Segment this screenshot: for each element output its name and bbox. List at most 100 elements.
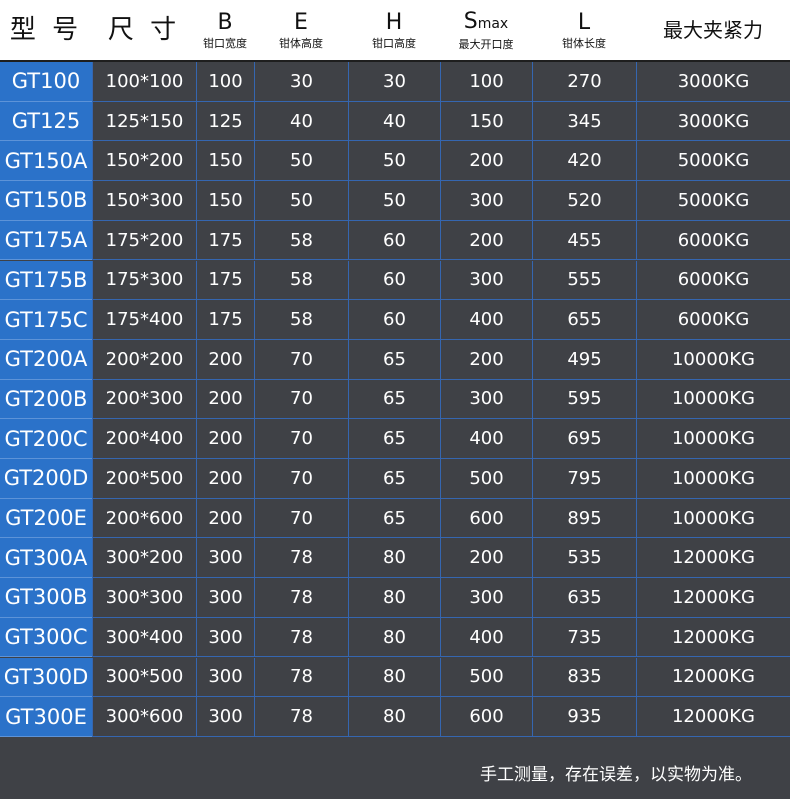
smax-cell: 200 bbox=[440, 538, 532, 579]
b-cell: 200 bbox=[196, 379, 254, 420]
e-cell: 58 bbox=[254, 220, 348, 261]
smax-cell: 150 bbox=[440, 101, 532, 142]
size-cell: 300*400 bbox=[92, 617, 196, 658]
header-h-label: H bbox=[385, 9, 403, 35]
b-cell: 300 bbox=[196, 657, 254, 698]
table-row: GT200D 200*500 200 70 65 500 795 10000KG bbox=[0, 459, 790, 499]
l-cell: 835 bbox=[532, 657, 636, 698]
model-cell: GT300D bbox=[0, 657, 92, 698]
l-cell: 345 bbox=[532, 101, 636, 142]
force-cell: 3000KG bbox=[636, 101, 790, 142]
model-cell: GT175B bbox=[0, 260, 92, 301]
b-cell: 300 bbox=[196, 578, 254, 618]
smax-cell: 100 bbox=[440, 62, 532, 102]
h-cell: 80 bbox=[348, 578, 440, 618]
e-cell: 70 bbox=[254, 459, 348, 499]
header-s-main: S bbox=[463, 8, 478, 34]
header-e: E 钳体高度 bbox=[254, 0, 348, 60]
table-row: GT175B 175*300 175 58 60 300 555 6000KG bbox=[0, 260, 790, 301]
model-cell: GT300C bbox=[0, 617, 92, 658]
smax-cell: 300 bbox=[440, 379, 532, 420]
b-cell: 150 bbox=[196, 141, 254, 182]
header-s-sub: 最大开口度 bbox=[458, 37, 514, 51]
model-cell: GT300A bbox=[0, 538, 92, 579]
l-cell: 535 bbox=[532, 538, 636, 579]
table-row: GT175C 175*400 175 58 60 400 655 6000KG bbox=[0, 300, 790, 340]
b-cell: 200 bbox=[196, 419, 254, 459]
b-cell: 200 bbox=[196, 339, 254, 380]
l-cell: 595 bbox=[532, 379, 636, 420]
size-cell: 150*200 bbox=[92, 141, 196, 182]
b-cell: 175 bbox=[196, 300, 254, 340]
size-cell: 300*300 bbox=[92, 578, 196, 618]
smax-cell: 400 bbox=[440, 419, 532, 459]
l-cell: 420 bbox=[532, 141, 636, 182]
model-cell: GT200D bbox=[0, 459, 92, 499]
l-cell: 495 bbox=[532, 339, 636, 380]
b-cell: 300 bbox=[196, 697, 254, 737]
header-b: B 钳口宽度 bbox=[196, 0, 254, 60]
header-s: Smax 最大开口度 bbox=[440, 0, 532, 60]
h-cell: 30 bbox=[348, 62, 440, 102]
b-cell: 175 bbox=[196, 260, 254, 301]
header-s-label: Smax bbox=[463, 8, 508, 36]
h-cell: 65 bbox=[348, 379, 440, 420]
smax-cell: 200 bbox=[440, 220, 532, 261]
force-cell: 12000KG bbox=[636, 657, 790, 698]
e-cell: 30 bbox=[254, 62, 348, 102]
model-cell: GT200E bbox=[0, 498, 92, 539]
table-row: GT150A 150*200 150 50 50 200 420 5000KG bbox=[0, 141, 790, 182]
header-e-sub: 钳体高度 bbox=[279, 36, 323, 50]
size-cell: 150*300 bbox=[92, 181, 196, 221]
e-cell: 58 bbox=[254, 260, 348, 301]
table-row: GT200A 200*200 200 70 65 200 495 10000KG bbox=[0, 339, 790, 380]
force-cell: 10000KG bbox=[636, 339, 790, 380]
size-cell: 200*300 bbox=[92, 379, 196, 420]
h-cell: 65 bbox=[348, 339, 440, 380]
header-l-label: L bbox=[577, 9, 591, 35]
size-cell: 300*200 bbox=[92, 538, 196, 579]
smax-cell: 500 bbox=[440, 657, 532, 698]
size-cell: 200*500 bbox=[92, 459, 196, 499]
size-cell: 125*150 bbox=[92, 101, 196, 142]
model-cell: GT150B bbox=[0, 181, 92, 221]
force-cell: 10000KG bbox=[636, 419, 790, 459]
header-l-sub: 钳体长度 bbox=[562, 36, 606, 50]
header-h: H 钳口高度 bbox=[348, 0, 440, 60]
l-cell: 695 bbox=[532, 419, 636, 459]
table-row: GT200C 200*400 200 70 65 400 695 10000KG bbox=[0, 419, 790, 459]
header-h-sub: 钳口高度 bbox=[372, 36, 416, 50]
model-cell: GT175C bbox=[0, 300, 92, 340]
b-cell: 200 bbox=[196, 459, 254, 499]
table-row: GT300D 300*500 300 78 80 500 835 12000KG bbox=[0, 657, 790, 698]
size-cell: 175*400 bbox=[92, 300, 196, 340]
force-cell: 5000KG bbox=[636, 181, 790, 221]
l-cell: 735 bbox=[532, 617, 636, 658]
smax-cell: 200 bbox=[440, 339, 532, 380]
e-cell: 50 bbox=[254, 141, 348, 182]
model-cell: GT300B bbox=[0, 578, 92, 618]
smax-cell: 600 bbox=[440, 697, 532, 737]
size-cell: 200*200 bbox=[92, 339, 196, 380]
smax-cell: 300 bbox=[440, 181, 532, 221]
footer-note: 手工测量，存在误差，以实物为准。 bbox=[0, 738, 790, 799]
header-b-label: B bbox=[217, 9, 233, 35]
header-size-label: 尺 寸 bbox=[107, 15, 181, 45]
l-cell: 795 bbox=[532, 459, 636, 499]
force-cell: 6000KG bbox=[636, 220, 790, 261]
model-cell: GT125 bbox=[0, 101, 92, 142]
table-header: 型 号 尺 寸 B 钳口宽度 E 钳体高度 H 钳口高度 Smax 最大开口度 … bbox=[0, 0, 790, 62]
header-size: 尺 寸 bbox=[92, 0, 196, 60]
smax-cell: 400 bbox=[440, 300, 532, 340]
b-cell: 200 bbox=[196, 498, 254, 539]
e-cell: 70 bbox=[254, 379, 348, 420]
table-row: GT125 125*150 125 40 40 150 345 3000KG bbox=[0, 101, 790, 142]
table-row: GT200B 200*300 200 70 65 300 595 10000KG bbox=[0, 379, 790, 420]
e-cell: 78 bbox=[254, 578, 348, 618]
table-row: GT100 100*100 100 30 30 100 270 3000KG bbox=[0, 62, 790, 102]
h-cell: 65 bbox=[348, 459, 440, 499]
size-cell: 200*400 bbox=[92, 419, 196, 459]
header-l: L 钳体长度 bbox=[532, 0, 636, 60]
force-cell: 5000KG bbox=[636, 141, 790, 182]
b-cell: 125 bbox=[196, 101, 254, 142]
